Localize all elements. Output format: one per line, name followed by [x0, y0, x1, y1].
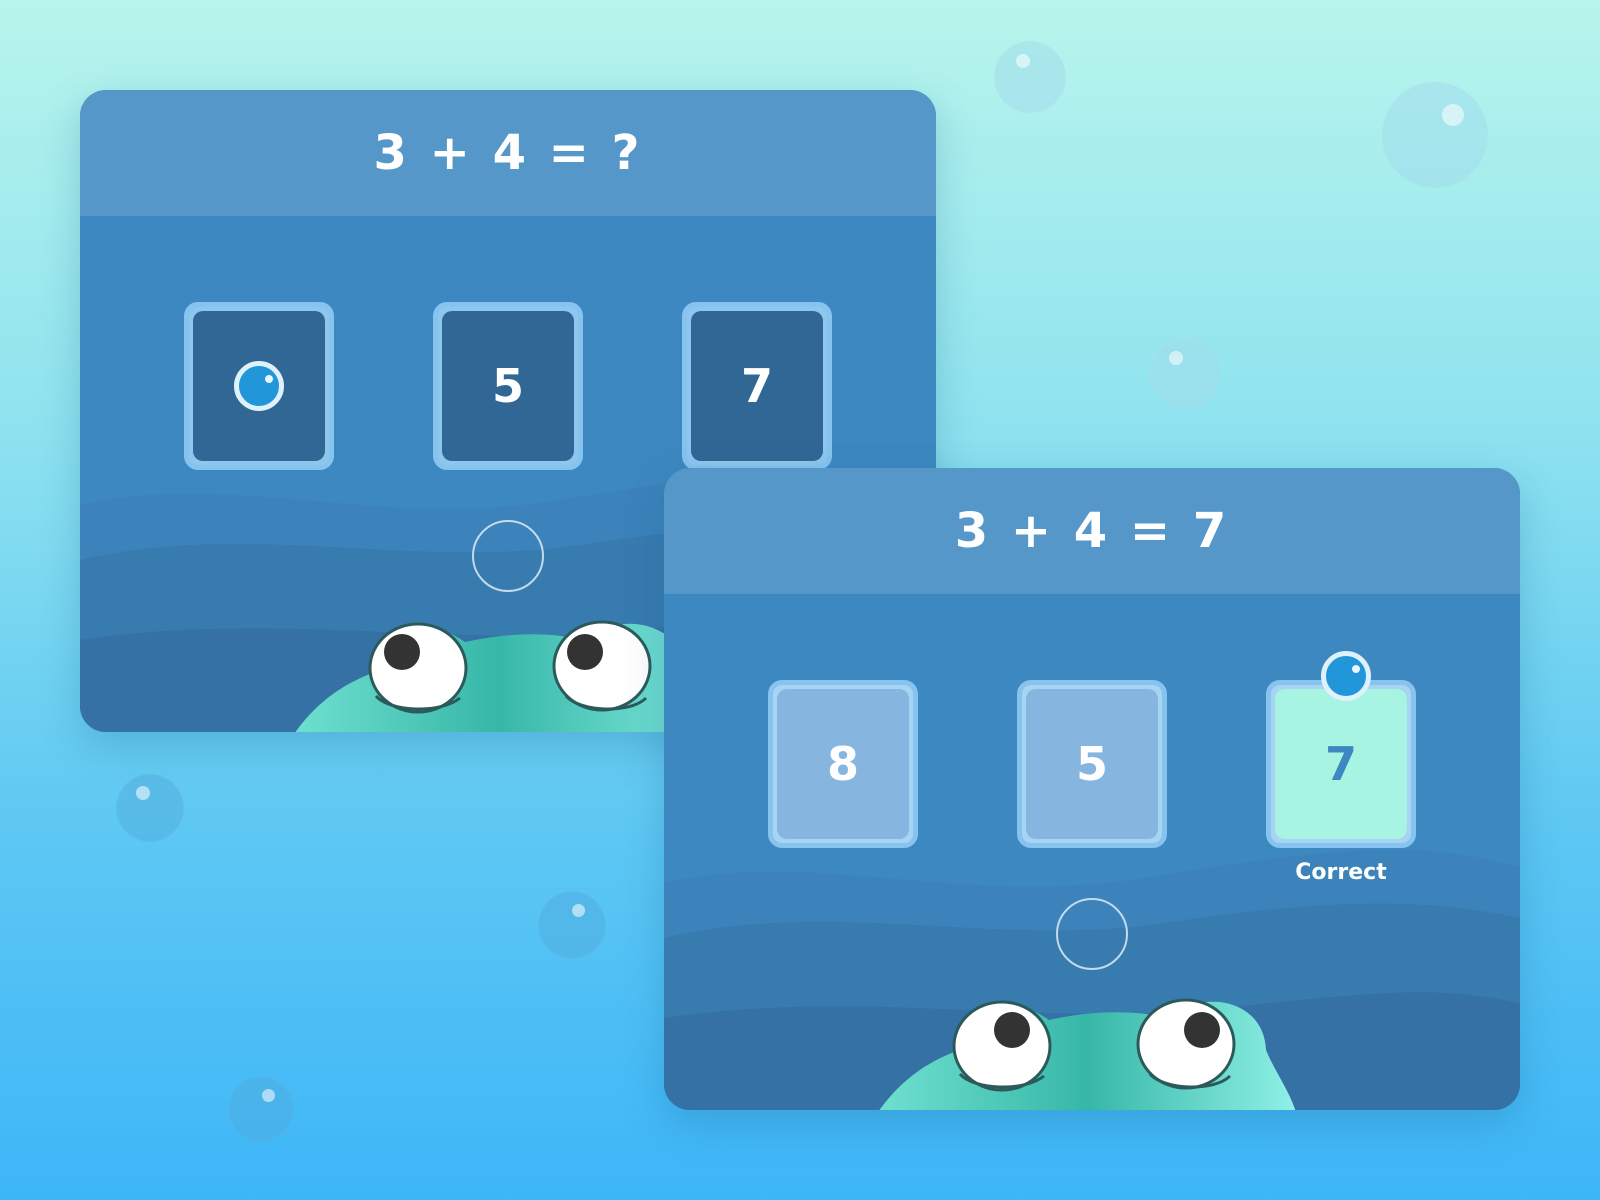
tile-value: 8 [777, 689, 909, 839]
bubble-decoration [116, 774, 184, 842]
tile-value: 5 [442, 311, 574, 461]
bubble-decoration [994, 41, 1066, 113]
tile-value: 7 [691, 311, 823, 461]
answer-tile-5[interactable]: 5 [433, 302, 583, 470]
frog-icon [295, 620, 700, 732]
answer-header: 3 + 4 = 7 [664, 468, 1520, 594]
correct-feedback-label: Correct [1295, 860, 1387, 885]
equation-text: 3 + 4 = 7 [954, 503, 1230, 559]
tile-value: 7 [1275, 689, 1407, 839]
ball-icon[interactable] [234, 361, 284, 411]
ball-shine [1352, 665, 1360, 673]
frog-icon [879, 998, 1296, 1110]
bubble-decoration [228, 1076, 294, 1142]
answer-tile-8[interactable]: 8 [768, 680, 918, 848]
question-header: 3 + 4 = ? [80, 90, 936, 216]
ball-shine [265, 375, 273, 383]
target-ring-icon[interactable] [1056, 898, 1128, 970]
equation-text: 3 + 4 = ? [373, 125, 643, 181]
bubble-decoration [1382, 82, 1488, 188]
answer-tile-empty[interactable] [184, 302, 334, 470]
answer-tile-7-correct[interactable]: 7 [1266, 651, 1416, 848]
ball-icon[interactable] [1321, 651, 1371, 701]
tile-face [193, 311, 325, 461]
bubble-decoration [1149, 338, 1221, 410]
bubble-decoration [538, 891, 606, 959]
answer-tile-5[interactable]: 5 [1017, 680, 1167, 848]
answer-screen: 3 + 4 = 7 8 5 7 Correct [664, 468, 1520, 1110]
target-ring-icon[interactable] [472, 520, 544, 592]
tile-value: 5 [1026, 689, 1158, 839]
answer-tile-7[interactable]: 7 [682, 302, 832, 470]
